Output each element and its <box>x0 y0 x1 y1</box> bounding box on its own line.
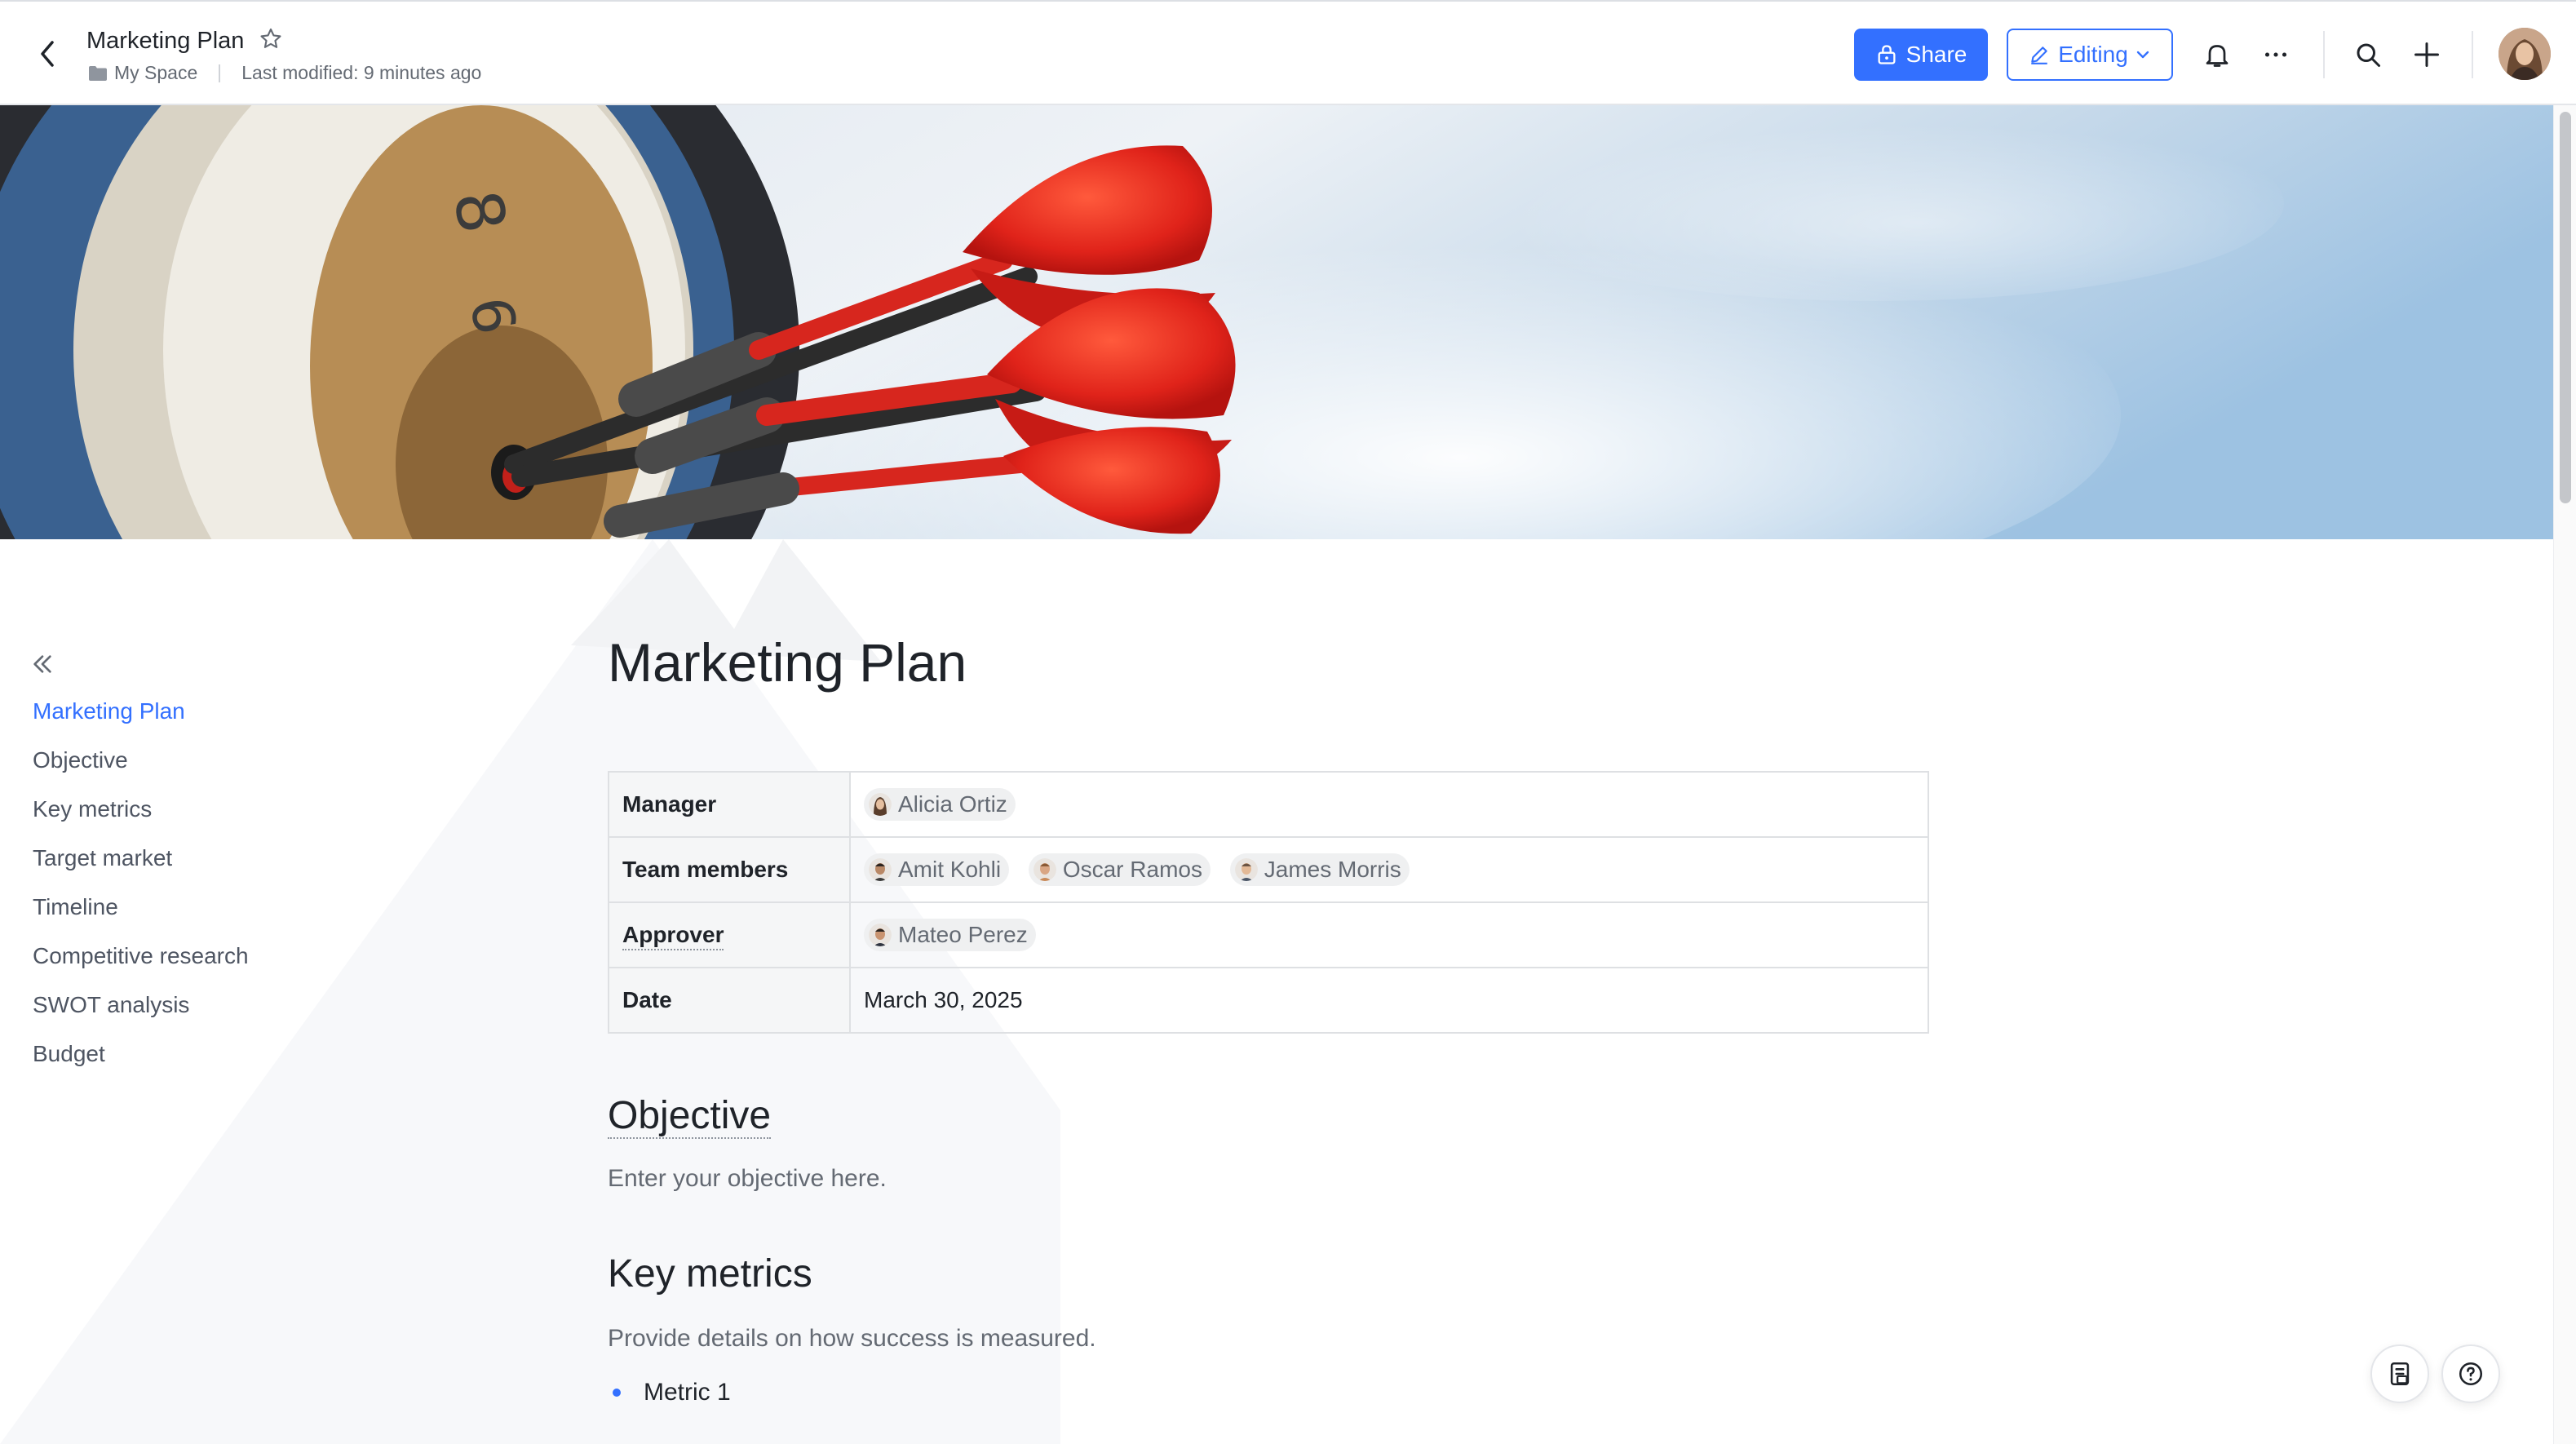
approver-value-cell[interactable]: Mateo Perez <box>849 901 1929 968</box>
manager-value-cell[interactable]: Alicia Ortiz <box>849 771 1929 838</box>
person-avatar <box>1234 857 1258 881</box>
share-button[interactable]: Share <box>1854 29 1988 81</box>
bullet-dot <box>613 1389 621 1397</box>
person-chip[interactable]: Amit Kohli <box>864 853 1010 886</box>
header-divider <box>2323 31 2325 78</box>
list-item[interactable]: Metric 1 <box>608 1379 731 1406</box>
last-modified: Last modified: 9 minutes ago <box>241 62 482 83</box>
toc-item-budget[interactable]: Budget <box>33 1036 249 1085</box>
date-label: Date <box>622 987 672 1012</box>
person-name: James Morris <box>1264 856 1401 882</box>
table-row: Manager Alicia Ortiz <box>608 771 1929 838</box>
collapse-icon <box>33 655 51 673</box>
toc-item-swot-analysis[interactable]: SWOT analysis <box>33 987 249 1036</box>
favorite-button[interactable] <box>258 26 287 55</box>
heading-key-metrics[interactable]: Key metrics <box>608 1251 812 1296</box>
scrollbar-thumb[interactable] <box>2560 112 2571 503</box>
person-avatar <box>869 857 892 881</box>
notifications-button[interactable] <box>2200 38 2234 72</box>
toc-item-objective[interactable]: Objective <box>33 742 249 791</box>
toc-item-competitive-research[interactable]: Competitive research <box>33 938 249 987</box>
search-icon <box>2357 43 2380 67</box>
bell-icon <box>2206 45 2229 67</box>
list-item-text: Metric 1 <box>644 1379 731 1406</box>
team-value-cell[interactable]: Amit Kohli Oscar Ramos James Morris <box>849 836 1929 903</box>
back-arrow-icon <box>41 41 54 67</box>
toc-item-target-market[interactable]: Target market <box>33 840 249 889</box>
cover-banner: 8 6 <box>0 105 2553 539</box>
date-value-cell[interactable]: March 30, 2025 <box>849 967 1929 1034</box>
help-button[interactable] <box>2441 1344 2500 1403</box>
page-title[interactable]: Marketing Plan <box>608 631 967 693</box>
location-link[interactable]: My Space <box>114 62 197 84</box>
share-label: Share <box>1905 42 1967 67</box>
help-icon <box>2459 1362 2483 1386</box>
back-button[interactable] <box>31 38 64 70</box>
meta-divider <box>219 64 221 82</box>
person-avatar <box>869 792 892 816</box>
heading-objective-text: Objective <box>608 1094 772 1139</box>
more-icon <box>2264 52 2287 57</box>
heading-objective[interactable]: Objective <box>608 1093 772 1139</box>
table-row: Date March 30, 2025 <box>608 967 1929 1034</box>
person-name: Oscar Ramos <box>1062 856 1202 882</box>
lock-icon <box>1878 45 1896 64</box>
doc-outline-icon <box>2390 1362 2410 1386</box>
toc-item-timeline[interactable]: Timeline <box>33 889 249 938</box>
objective-text[interactable]: Enter your objective here. <box>608 1165 887 1193</box>
table-row: Approver Mateo Perez <box>608 901 1929 968</box>
team-label-cell[interactable]: Team members <box>608 836 851 903</box>
table-of-contents: Marketing Plan Objective Key metrics Tar… <box>33 693 249 1085</box>
create-button[interactable] <box>2410 38 2444 72</box>
person-name: Mateo Perez <box>898 921 1028 947</box>
manager-label-cell[interactable]: Manager <box>608 771 851 838</box>
approver-label-cell[interactable]: Approver <box>608 901 851 968</box>
person-chip[interactable]: Alicia Ortiz <box>864 787 1016 821</box>
editing-mode-dropdown[interactable]: Editing <box>2007 29 2173 81</box>
header-divider <box>2472 31 2473 78</box>
table-row: Team members Amit Kohli Oscar Ramos Jame… <box>608 836 1929 903</box>
date-value: March 30, 2025 <box>864 987 1023 1012</box>
person-chip[interactable]: James Morris <box>1229 853 1410 886</box>
document-title[interactable]: Marketing Plan <box>86 28 244 55</box>
toc-item-key-metrics[interactable]: Key metrics <box>33 791 249 840</box>
vertical-scrollbar[interactable] <box>2553 105 2576 1444</box>
info-table: Manager Alicia Ortiz Team members Amit K… <box>608 771 1929 1034</box>
manager-label: Manager <box>622 791 717 817</box>
more-button[interactable] <box>2259 38 2293 72</box>
dartboard-cover-image: 8 6 <box>0 105 2553 539</box>
pen-icon <box>2031 47 2047 64</box>
document-meta: My Space Last modified: 9 minutes ago <box>88 62 481 84</box>
person-name: Alicia Ortiz <box>898 791 1007 817</box>
collapse-toc-button[interactable] <box>28 649 57 679</box>
top-header: Marketing Plan My Space Last modified: 9… <box>0 0 2576 105</box>
plus-icon <box>2414 42 2439 67</box>
star-icon <box>260 28 281 48</box>
approver-label: Approver <box>622 922 724 950</box>
search-button[interactable] <box>2351 38 2385 72</box>
toc-item-marketing-plan[interactable]: Marketing Plan <box>33 693 249 742</box>
person-name: Amit Kohli <box>898 856 1002 882</box>
chevron-down-icon <box>2136 51 2149 59</box>
metrics-text[interactable]: Provide details on how success is measur… <box>608 1325 1096 1353</box>
person-avatar <box>869 923 892 946</box>
date-label-cell[interactable]: Date <box>608 967 851 1034</box>
user-avatar[interactable] <box>2499 28 2551 80</box>
person-avatar <box>1033 857 1056 881</box>
folder-icon <box>89 65 107 81</box>
avatar-photo <box>2499 28 2551 80</box>
person-chip[interactable]: Oscar Ramos <box>1028 853 1211 886</box>
editing-label: Editing <box>2058 42 2128 67</box>
person-chip[interactable]: Mateo Perez <box>864 918 1036 951</box>
outline-button[interactable] <box>2370 1344 2429 1403</box>
team-label: Team members <box>622 857 789 882</box>
